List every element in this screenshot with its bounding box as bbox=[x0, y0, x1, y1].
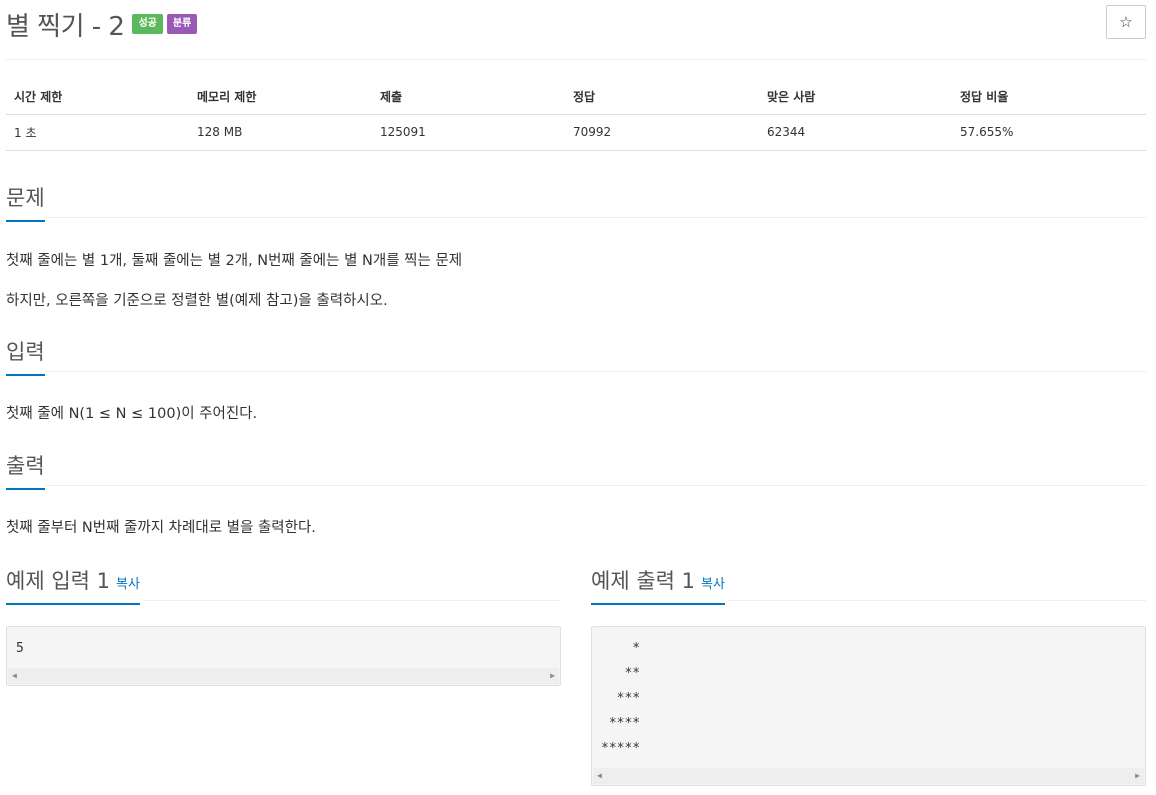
category-badge[interactable]: 분류 bbox=[166, 14, 198, 34]
input-heading: 입력 bbox=[6, 336, 45, 376]
sample-output-line: * bbox=[601, 641, 641, 656]
sample-input-divider bbox=[144, 600, 561, 601]
sample-input-box[interactable]: 5 ◀ ▶ bbox=[6, 626, 561, 686]
output-heading-wrap: 출력 bbox=[6, 450, 45, 490]
value-submissions[interactable]: 125091 bbox=[372, 114, 565, 151]
input-text: 첫째 줄에 N(1 ≤ N ≤ 100)이 주어진다. bbox=[6, 406, 258, 422]
title-divider bbox=[6, 59, 1146, 60]
output-divider bbox=[46, 485, 1146, 486]
value-time-limit: 1 초 bbox=[6, 114, 189, 151]
header-accepted: 정답 bbox=[565, 80, 759, 115]
output-text: 첫째 줄부터 N번째 줄까지 차례대로 별을 출력한다. bbox=[6, 520, 316, 536]
success-badge[interactable]: 성공 bbox=[132, 14, 163, 34]
input-divider bbox=[46, 371, 1146, 372]
sample-output-heading: 예제 출력 1 복사 bbox=[591, 565, 725, 605]
value-solved-users[interactable]: 62344 bbox=[759, 114, 952, 151]
description-heading: 문제 bbox=[6, 182, 45, 222]
problem-title: 별 찍기 - 2 bbox=[6, 11, 125, 42]
scroll-right-icon[interactable]: ▶ bbox=[1135, 770, 1140, 782]
sample-output-line: ** bbox=[601, 666, 641, 681]
sample-output-line: *** bbox=[601, 691, 641, 706]
sample-input-lines: 5 bbox=[7, 627, 560, 664]
star-icon: ☆ bbox=[1119, 13, 1133, 31]
sample-output-box[interactable]: * ** *** **** ***** ◀ ▶ bbox=[591, 626, 1146, 786]
sample-output-title: 예제 출력 1 bbox=[591, 569, 695, 593]
value-accepted[interactable]: 70992 bbox=[565, 114, 759, 151]
sample-output-lines: * ** *** **** ***** bbox=[592, 627, 1145, 764]
sample-output-copy-link[interactable]: 복사 bbox=[701, 577, 725, 592]
problem-title-row: 별 찍기 - 2 성공 분류 bbox=[6, 6, 198, 42]
description-paragraph-2: 하지만, 오른쪽을 기준으로 정렬한 별(예제 참고)을 출력하시오. bbox=[6, 293, 388, 309]
description-paragraph-1: 첫째 줄에는 별 1개, 둘째 줄에는 별 2개, N번째 줄에는 별 N개를 … bbox=[6, 253, 463, 269]
value-memory-limit: 128 MB bbox=[189, 114, 372, 151]
value-accept-ratio: 57.655% bbox=[952, 114, 1146, 151]
sample-output-scrollbar[interactable]: ◀ ▶ bbox=[593, 768, 1144, 784]
description-divider bbox=[46, 217, 1146, 218]
sample-input-copy-link[interactable]: 복사 bbox=[116, 577, 140, 592]
scroll-left-icon[interactable]: ◀ bbox=[597, 770, 602, 782]
header-solved-users: 맞은 사람 bbox=[759, 80, 952, 115]
sample-output-heading-wrap: 예제 출력 1 복사 bbox=[591, 565, 725, 605]
header-submissions: 제출 bbox=[372, 80, 565, 115]
star-button[interactable]: ☆ bbox=[1106, 5, 1146, 39]
output-heading: 출력 bbox=[6, 450, 45, 490]
sample-output-line: ***** bbox=[601, 741, 641, 756]
scroll-left-icon[interactable]: ◀ bbox=[12, 670, 17, 682]
scroll-right-icon[interactable]: ▶ bbox=[550, 670, 555, 682]
header-time-limit: 시간 제한 bbox=[6, 80, 189, 115]
sample-input-heading: 예제 입력 1 복사 bbox=[6, 565, 140, 605]
sample-input-title: 예제 입력 1 bbox=[6, 569, 110, 593]
sample-input-scrollbar[interactable]: ◀ ▶ bbox=[8, 668, 559, 684]
description-heading-wrap: 문제 bbox=[6, 182, 45, 222]
sample-output-divider bbox=[729, 600, 1146, 601]
sample-input-heading-wrap: 예제 입력 1 복사 bbox=[6, 565, 140, 605]
header-memory-limit: 메모리 제한 bbox=[189, 80, 372, 115]
sample-output-line: **** bbox=[601, 716, 641, 731]
problem-info-table: 시간 제한 메모리 제한 제출 정답 맞은 사람 정답 비율 1 초 128 M… bbox=[6, 80, 1146, 151]
header-accept-ratio: 정답 비율 bbox=[952, 80, 1146, 115]
input-heading-wrap: 입력 bbox=[6, 336, 45, 376]
sample-input-line: 5 bbox=[16, 641, 24, 656]
info-value-row: 1 초 128 MB 125091 70992 62344 57.655% bbox=[6, 114, 1146, 151]
info-header-row: 시간 제한 메모리 제한 제출 정답 맞은 사람 정답 비율 bbox=[6, 80, 1146, 115]
